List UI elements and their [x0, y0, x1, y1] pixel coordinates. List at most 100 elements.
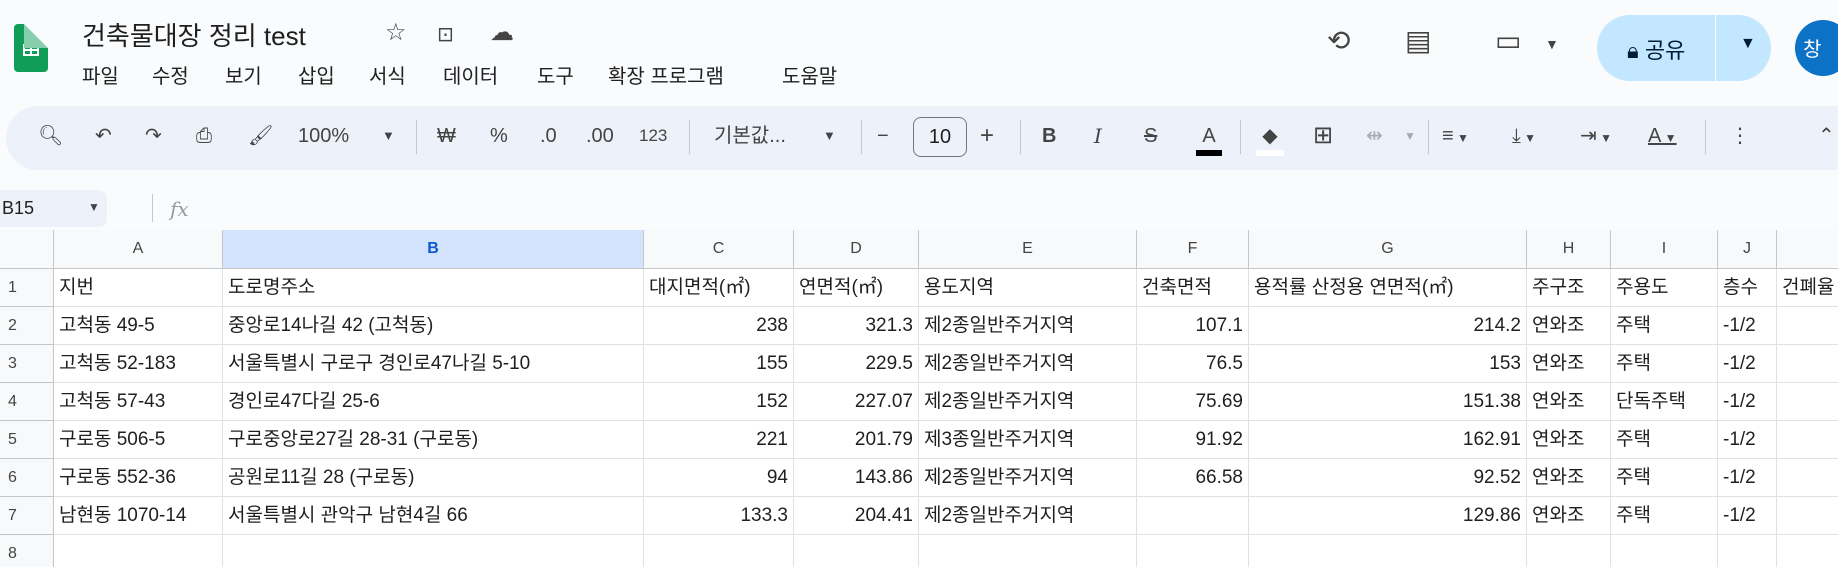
row-header[interactable]: 3	[0, 345, 54, 383]
table-cell[interactable]: 제3종일반주거지역	[919, 421, 1137, 459]
table-cell[interactable]: 152	[644, 383, 794, 421]
table-cell[interactable]	[223, 535, 644, 567]
cloud-saved-icon[interactable]: ☁	[490, 18, 514, 47]
table-cell[interactable]: 76.5	[1137, 345, 1249, 383]
table-cell[interactable]: 107.1	[1137, 307, 1249, 345]
collapse-menus-icon[interactable]: ⌃	[1818, 122, 1835, 150]
menu-item[interactable]: 보기	[225, 60, 262, 89]
table-cell[interactable]: -1/2	[1718, 459, 1777, 497]
table-cell[interactable]: 229.5	[794, 345, 919, 383]
comments-icon[interactable]: ▤	[1405, 24, 1431, 57]
increase-font-size-button[interactable]: +	[980, 122, 994, 150]
table-cell[interactable]	[1137, 497, 1249, 535]
table-cell[interactable]: 주구조	[1527, 269, 1611, 307]
row-header[interactable]: 2	[0, 307, 54, 345]
table-cell[interactable]: -1/2	[1718, 383, 1777, 421]
menu-item[interactable]: 도구	[537, 60, 574, 89]
table-cell[interactable]: 고척동 57-43	[54, 383, 223, 421]
row-header[interactable]: 5	[0, 421, 54, 459]
redo-icon[interactable]: ↷	[145, 122, 162, 150]
table-cell[interactable]: 지번	[54, 269, 223, 307]
table-cell[interactable]: 153	[1249, 345, 1527, 383]
table-cell[interactable]: -1/2	[1718, 307, 1777, 345]
table-cell[interactable]: 고척동 49-5	[54, 307, 223, 345]
table-cell[interactable]: 연와조	[1527, 383, 1611, 421]
column-header-d[interactable]: D	[794, 230, 919, 269]
table-cell[interactable]: 연면적(㎡)	[794, 269, 919, 307]
column-header-c[interactable]: C	[644, 230, 794, 269]
column-header-k[interactable]	[1777, 230, 1838, 269]
row-header[interactable]: 8	[0, 535, 54, 567]
table-cell[interactable]	[1777, 497, 1838, 535]
table-cell[interactable]: 구로동 506-5	[54, 421, 223, 459]
table-cell[interactable]: 용적률 산정용 연면적(㎡)	[1249, 269, 1527, 307]
table-cell[interactable]: 구로동 552-36	[54, 459, 223, 497]
table-cell[interactable]: 227.07	[794, 383, 919, 421]
table-cell[interactable]: 층수	[1718, 269, 1777, 307]
document-title[interactable]: 건축물대장 정리 test	[82, 16, 306, 53]
column-header-e[interactable]: E	[919, 230, 1137, 269]
menu-item[interactable]: 도움말	[782, 60, 837, 89]
percent-format-button[interactable]: %	[490, 122, 508, 150]
table-cell[interactable]: 133.3	[644, 497, 794, 535]
table-cell[interactable]: 제2종일반주거지역	[919, 345, 1137, 383]
table-cell[interactable]: 92.52	[1249, 459, 1527, 497]
table-cell[interactable]: 연와조	[1527, 497, 1611, 535]
table-cell[interactable]: 남현동 1070-14	[54, 497, 223, 535]
table-cell[interactable]	[54, 535, 223, 567]
table-cell[interactable]	[1777, 383, 1838, 421]
table-cell[interactable]: 주택	[1611, 421, 1718, 459]
table-cell[interactable]: 구로중앙로27길 28-31 (구로동)	[223, 421, 644, 459]
vertical-align-icon[interactable]: ⤓ ▼	[1512, 122, 1536, 152]
column-header-j[interactable]: J	[1718, 230, 1777, 269]
table-cell[interactable]: 162.91	[1249, 421, 1527, 459]
increase-decimal-button[interactable]: .00	[586, 122, 614, 150]
table-cell[interactable]: -1/2	[1718, 497, 1777, 535]
font-select[interactable]: 기본값...	[714, 122, 786, 150]
table-cell[interactable]: 주택	[1611, 307, 1718, 345]
table-cell[interactable]: 도로명주소	[223, 269, 644, 307]
table-cell[interactable]: 94	[644, 459, 794, 497]
table-cell[interactable]: 66.58	[1137, 459, 1249, 497]
table-cell[interactable]: 대지면적(㎡)	[644, 269, 794, 307]
table-cell[interactable]: 연와조	[1527, 459, 1611, 497]
table-cell[interactable]: 제2종일반주거지역	[919, 459, 1137, 497]
table-cell[interactable]: 제2종일반주거지역	[919, 383, 1137, 421]
more-options-icon[interactable]: ⋮	[1730, 122, 1750, 150]
meet-video-icon[interactable]: ▭	[1495, 24, 1521, 57]
bold-button[interactable]: B	[1042, 122, 1056, 150]
font-dropdown-icon[interactable]: ▼	[823, 122, 836, 150]
text-rotation-icon[interactable]: A ▼	[1648, 122, 1677, 152]
table-cell[interactable]: 공원로11길 28 (구로동)	[223, 459, 644, 497]
strikethrough-icon[interactable]: S	[1144, 122, 1157, 150]
decrease-decimal-button[interactable]: .0	[540, 122, 557, 150]
column-header-i[interactable]: I	[1611, 230, 1718, 269]
menu-item[interactable]: 삽입	[298, 60, 335, 89]
table-cell[interactable]: 주용도	[1611, 269, 1718, 307]
column-header-b[interactable]: B	[223, 230, 644, 269]
table-cell[interactable]: 연와조	[1527, 345, 1611, 383]
table-cell[interactable]: 129.86	[1249, 497, 1527, 535]
table-cell[interactable]: 고척동 52-183	[54, 345, 223, 383]
table-cell[interactable]: 서울특별시 구로구 경인로47나길 5-10	[223, 345, 644, 383]
table-cell[interactable]	[644, 535, 794, 567]
table-cell[interactable]	[1527, 535, 1611, 567]
table-cell[interactable]	[1777, 345, 1838, 383]
table-cell[interactable]: 서울특별시 관악구 남현4길 66	[223, 497, 644, 535]
table-cell[interactable]: 중앙로14나길 42 (고척동)	[223, 307, 644, 345]
table-cell[interactable]	[1137, 535, 1249, 567]
table-cell[interactable]: 204.41	[794, 497, 919, 535]
table-cell[interactable]: 201.79	[794, 421, 919, 459]
select-all-corner[interactable]	[0, 230, 54, 269]
column-header-h[interactable]: H	[1527, 230, 1611, 269]
star-icon[interactable]: ☆	[385, 18, 407, 47]
menu-item[interactable]: 파일	[82, 60, 119, 89]
table-cell[interactable]: 주택	[1611, 345, 1718, 383]
table-cell[interactable]: 주택	[1611, 459, 1718, 497]
column-header-f[interactable]: F	[1137, 230, 1249, 269]
table-cell[interactable]: 75.69	[1137, 383, 1249, 421]
currency-format-button[interactable]: ₩	[437, 122, 456, 150]
sheets-logo[interactable]	[14, 24, 48, 72]
text-wrapping-icon[interactable]: ⇥ ▼	[1580, 122, 1612, 152]
name-box[interactable]: B15 ▼	[0, 190, 107, 227]
